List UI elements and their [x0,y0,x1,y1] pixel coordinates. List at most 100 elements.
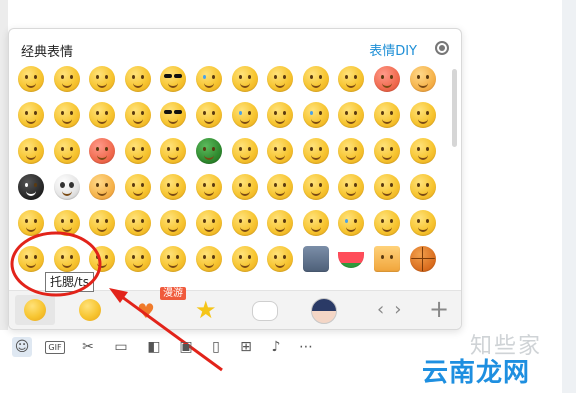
emoji-blush[interactable] [229,63,261,95]
gif-icon[interactable]: GIF [44,337,65,357]
favorites-star-tab[interactable]: ★ [191,295,221,325]
emoji-grinning[interactable] [264,171,296,203]
emoji-diy-link[interactable]: 表情DIY [369,40,417,59]
emoji-kiss[interactable] [193,207,225,239]
emoji-poking[interactable] [122,171,154,203]
emoji-tears-joy[interactable] [229,207,261,239]
emoji-sweat[interactable] [335,63,367,95]
emoji-crying[interactable] [193,63,225,95]
emoji-covering-face[interactable] [229,243,261,275]
emoji-scowl[interactable] [15,207,47,239]
emoji-thinking-hand[interactable] [300,135,332,167]
emoji-innocent[interactable] [193,243,225,275]
emoji-salute[interactable] [86,243,118,275]
sad-icon [89,102,116,128]
emoji-soldier-helmet[interactable] [193,135,225,167]
emoji-oops[interactable] [157,243,189,275]
emoji-cool-sunglasses[interactable] [157,63,189,95]
emoji-delighted[interactable] [264,243,296,275]
emoji-sly[interactable] [86,207,118,239]
emoji-frown[interactable] [122,99,154,131]
emoji-boxed-angry[interactable] [407,63,439,95]
emoji-beer[interactable] [371,243,403,275]
emoji-pouting[interactable] [407,135,439,167]
emoji-drooling[interactable] [15,135,47,167]
emoji-peeking[interactable] [157,171,189,203]
emoji-smirk[interactable] [51,135,83,167]
voice-icon[interactable]: ♪ [266,337,286,357]
emoji-unamused[interactable] [407,99,439,131]
tooth-ache-icon [53,246,80,272]
red-packet-icon[interactable]: ⊞ [236,337,256,357]
emoji-waving[interactable] [371,207,403,239]
emoji-teary[interactable] [300,99,332,131]
emoji-facepalm[interactable] [15,243,47,275]
emoji-pirate-bandana[interactable] [229,135,261,167]
emoji-dizzy[interactable] [371,135,403,167]
emoji-happy-shy[interactable] [407,171,439,203]
avatar-tab[interactable] [307,295,337,325]
emoji-black-bug[interactable] [15,171,47,203]
folder-icon[interactable]: ▭ [111,337,131,357]
scissors-icon[interactable]: ✂ [78,337,98,357]
picture-icon[interactable]: ▣ [176,337,196,357]
emoji-sweating[interactable] [193,171,225,203]
emoji-grin[interactable] [51,63,83,95]
emoji-angry-red[interactable] [371,63,403,95]
emoji-laugh-tears[interactable] [229,99,261,131]
emoji-wince[interactable] [300,63,332,95]
smiley-icon[interactable]: ☺ [12,337,32,357]
emoji-wave[interactable] [300,171,332,203]
classic-face-tab[interactable] [15,295,55,325]
emoji-sticking-tongue[interactable] [371,171,403,203]
emoji-cute[interactable] [122,207,154,239]
emoji-cross-eyed[interactable] [335,99,367,131]
tab-nav-arrows[interactable]: ‹› [377,299,411,320]
emoji-smile[interactable] [15,63,47,95]
emoji-surprised[interactable] [371,99,403,131]
emoji-sunglasses-grin[interactable] [157,99,189,131]
emoji-sleepy[interactable] [264,63,296,95]
emoji-hammer[interactable] [86,171,118,203]
awkward-icon [160,138,187,164]
image-edit-icon[interactable]: ◧ [144,337,164,357]
emoji-kissing[interactable] [300,207,332,239]
emoji-watermelon[interactable] [335,243,367,275]
emoji-peeking-smile[interactable] [157,207,189,239]
emoji-cheeky[interactable] [407,207,439,239]
emoji-sulking[interactable] [51,207,83,239]
emoji-crying[interactable] [335,207,367,239]
unamused-icon [409,102,436,128]
emoji-big-grin[interactable] [51,99,83,131]
emoji-heart-eyes[interactable] [86,63,118,95]
sweating-icon [196,174,222,200]
emoji-applause[interactable] [335,171,367,203]
emoji-doh[interactable] [122,135,154,167]
emoji-thinking[interactable] [264,99,296,131]
add-emoji-button[interactable]: + [429,295,449,323]
emoji-shocked[interactable] [122,243,154,275]
emoji-scrollbar[interactable] [452,69,457,147]
emoji-grimace[interactable] [229,171,261,203]
emoji-shushing[interactable] [335,135,367,167]
emoji-screaming[interactable] [264,135,296,167]
settings-gear-icon[interactable] [435,41,449,55]
phone-shake-icon[interactable]: ▯ [206,337,226,357]
emoji-tongue[interactable] [15,99,47,131]
emoji-basketball[interactable] [407,243,439,275]
emoji-confused[interactable] [264,207,296,239]
more-icon[interactable]: ⋯ [296,337,316,357]
emoji-shy[interactable] [193,99,225,131]
emoji-weary[interactable] [122,63,154,95]
watermark-brand: 云南龙网 [422,358,531,388]
heart-tab[interactable]: ♥ [133,295,163,325]
emoji-tooth-ache[interactable] [51,243,83,275]
emoji-furious[interactable] [86,135,118,167]
cat-tab[interactable] [249,295,279,325]
emoji-skull[interactable] [51,171,83,203]
emoji-knife[interactable] [300,243,332,275]
heart-icon: ♥ [137,299,155,323]
emoji-face-tab[interactable] [75,295,105,325]
emoji-sad[interactable] [86,99,118,131]
emoji-awkward[interactable] [157,135,189,167]
